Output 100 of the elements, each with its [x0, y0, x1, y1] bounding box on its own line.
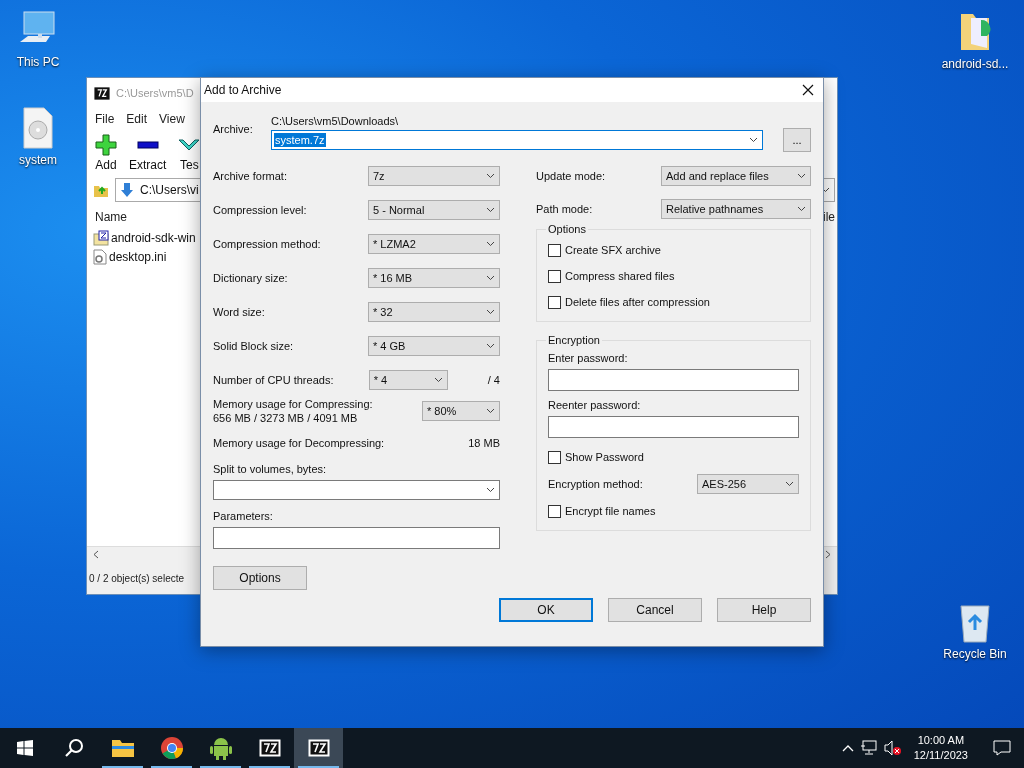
- field-label: Number of CPU threads:: [213, 374, 334, 386]
- menu-item[interactable]: Edit: [126, 112, 148, 126]
- dropdown[interactable]: Add and replace files: [661, 166, 811, 186]
- field-label: Dictionary size:: [213, 272, 288, 284]
- checkbox-label[interactable]: Compress shared files: [565, 270, 675, 282]
- password-field[interactable]: [548, 416, 799, 438]
- dropdown[interactable]: 7z: [368, 166, 500, 186]
- checkbox[interactable]: [548, 450, 561, 464]
- chevron-icon: [486, 275, 495, 281]
- toolbar-button[interactable]: Tes: [176, 134, 203, 172]
- checkbox[interactable]: [548, 295, 561, 309]
- chevron-icon: [433, 377, 443, 383]
- archive-icon: [93, 229, 109, 246]
- chevron-icon: [797, 206, 806, 212]
- chevron-icon: [797, 173, 806, 179]
- dialog-button[interactable]: Help: [717, 598, 811, 622]
- checkbox-label[interactable]: Create SFX archive: [565, 244, 661, 256]
- memory-usage: 656 MB / 3273 MB / 4091 MB: [213, 412, 359, 424]
- chevron-icon: [749, 137, 758, 143]
- dropdown[interactable]: Relative pathnames: [661, 199, 811, 219]
- parameters-field[interactable]: [213, 527, 500, 549]
- menu-item[interactable]: View: [159, 112, 185, 126]
- group-title: Options: [547, 223, 587, 235]
- dialog-title: Add to Archive: [204, 83, 282, 97]
- dialog-button[interactable]: Cancel: [608, 598, 702, 622]
- options-button[interactable]: Options: [213, 566, 307, 590]
- dropdown[interactable]: AES-256: [697, 474, 799, 494]
- checkbox-label[interactable]: Encrypt file names: [565, 505, 656, 517]
- chevron-icon: [486, 343, 495, 349]
- speech-bubble-icon: [993, 740, 1011, 756]
- chevron-icon: [785, 481, 794, 487]
- network-icon[interactable]: [859, 740, 878, 756]
- search-icon: [63, 738, 84, 758]
- field-label: Solid Block size:: [213, 340, 294, 352]
- archive-name-text: system.7z: [274, 133, 326, 147]
- checkbox-label[interactable]: Delete files after compression: [565, 296, 710, 308]
- field-label: Archive:: [213, 122, 254, 137]
- field-label: Enter password:: [548, 352, 629, 364]
- dialog-button[interactable]: OK: [499, 598, 593, 622]
- clock[interactable]: 10:00 AM 12/11/2023: [907, 733, 974, 763]
- checkbox[interactable]: [548, 504, 561, 518]
- dropdown[interactable]: * 32: [368, 302, 500, 322]
- desktop-icon-label[interactable]: system: [19, 153, 57, 167]
- folder-icon: [110, 738, 135, 758]
- dropdown[interactable]: * LZMA2: [368, 234, 500, 254]
- column-header[interactable]: Name: [95, 210, 127, 224]
- chevron-icon: [486, 241, 495, 247]
- desktop-icon-label[interactable]: Recycle Bin: [943, 647, 1007, 661]
- android-robot-icon: [209, 736, 232, 760]
- file-name[interactable]: desktop.ini: [109, 249, 167, 264]
- archive-path: C:\Users\vm5\Downloads\: [271, 115, 400, 127]
- dropdown[interactable]: * 16 MB: [368, 268, 500, 288]
- desktop-icon-label[interactable]: android-sd...: [941, 57, 1009, 71]
- dropdown[interactable]: * 4: [368, 370, 448, 390]
- chevron-icon: [486, 487, 495, 493]
- checkbox[interactable]: [548, 269, 561, 283]
- field-label: Split to volumes, bytes:: [213, 463, 328, 475]
- settings-file-icon: [93, 248, 107, 265]
- field-label: Compression level:: [213, 204, 307, 216]
- field-label: Encryption method:: [548, 478, 643, 490]
- muted-speaker-icon[interactable]: [883, 740, 902, 756]
- thread-count: / 4: [487, 374, 500, 386]
- chevron-icon: [486, 173, 495, 179]
- password-field[interactable]: [548, 369, 799, 391]
- dropdown[interactable]: 5 - Normal: [368, 200, 500, 220]
- chevron-up-icon[interactable]: [841, 744, 854, 752]
- browser-icon: [159, 736, 184, 760]
- checkbox[interactable]: [548, 243, 561, 257]
- chevron-icon: [486, 408, 495, 414]
- taskbar-app[interactable]: [294, 728, 343, 768]
- column-header[interactable]: ile: [823, 210, 835, 224]
- window-title: C:\Users\vm5\D: [116, 87, 194, 99]
- down-arrow-icon: [120, 182, 134, 198]
- dropdown[interactable]: * 4 GB: [368, 336, 500, 356]
- field-label: Memory usage for Compressing:: [213, 398, 373, 410]
- toolbar-button[interactable]: Extract: [127, 134, 169, 172]
- archive-name-combobox[interactable]: system.7z: [271, 130, 763, 150]
- group-title: Encryption: [547, 334, 601, 346]
- plus-icon: [95, 134, 117, 156]
- archiver-icon: [94, 86, 110, 100]
- archiver-icon: [307, 739, 330, 757]
- field-label: Archive format:: [213, 170, 287, 182]
- browse-button[interactable]: ...: [783, 128, 811, 152]
- field-label: Memory usage for Decompressing:: [213, 437, 385, 449]
- windows-logo-icon: [16, 740, 33, 756]
- desktop-icon-label[interactable]: This PC: [16, 55, 60, 69]
- field-label: Update mode:: [536, 170, 606, 182]
- chevron-icon: [486, 309, 495, 315]
- menu-item[interactable]: File: [95, 112, 115, 126]
- dropdown[interactable]: * 80%: [422, 401, 500, 421]
- file-name[interactable]: android-sdk-win: [111, 230, 196, 245]
- field-label: Parameters:: [213, 510, 274, 522]
- volume-size-combobox[interactable]: [213, 480, 500, 500]
- field-label: Path mode:: [536, 203, 593, 215]
- memory-value: 18 MB: [468, 437, 500, 449]
- disc-file-icon: [20, 106, 56, 150]
- field-label: Word size:: [213, 306, 265, 318]
- archiver-icon: [258, 739, 281, 757]
- toolbar-button[interactable]: Add: [93, 134, 119, 172]
- checkbox-label[interactable]: Show Password: [565, 451, 644, 463]
